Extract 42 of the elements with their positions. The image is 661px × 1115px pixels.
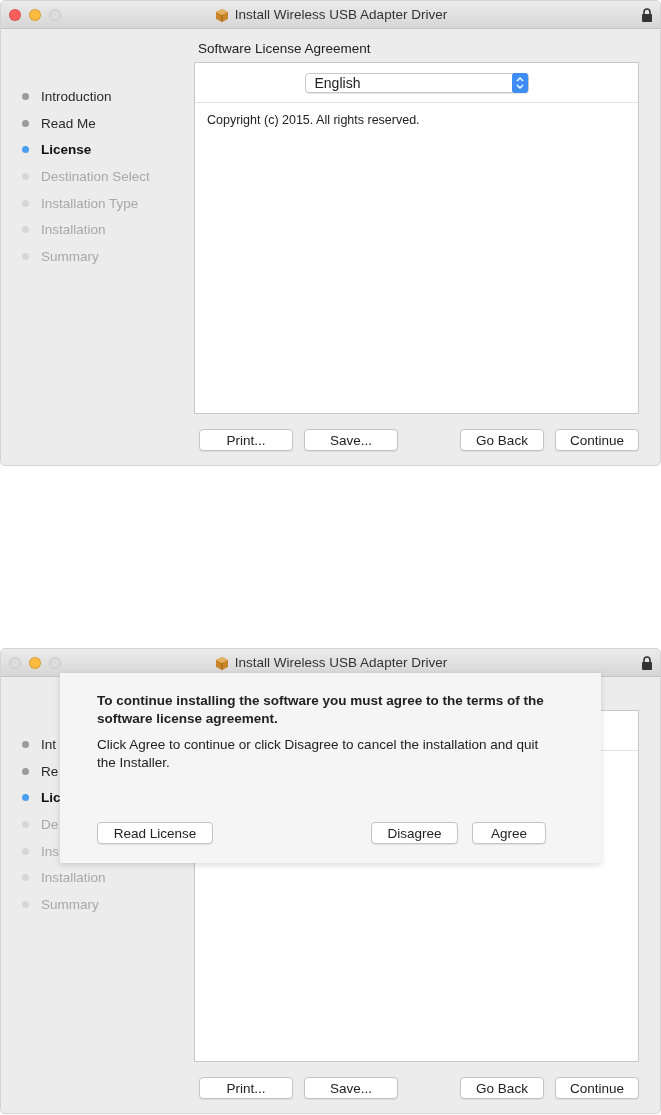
footer-button[interactable]: Save... [304, 1077, 398, 1099]
language-dropdown[interactable]: English [304, 72, 529, 93]
step-label: Re [41, 763, 59, 779]
step-label: Installation [41, 870, 106, 886]
lock-icon [641, 7, 653, 22]
step-label: Installation [41, 222, 106, 238]
step-label: Destination Select [41, 168, 150, 184]
read-license-button[interactable]: Read License [97, 822, 213, 844]
sheet-heading: To continue installing the software you must agree to the terms of the software license agreement. [97, 692, 545, 728]
step-label: Read Me [41, 115, 96, 131]
step-label: De [41, 816, 59, 832]
nav-button[interactable]: Go Back [460, 1077, 544, 1099]
step-label: Int [41, 736, 56, 752]
nav-button[interactable]: Go Back [460, 429, 544, 451]
package-icon [213, 6, 230, 23]
step-label: Lic [41, 790, 61, 806]
minimize-button[interactable] [29, 8, 41, 21]
close-button[interactable] [9, 656, 21, 669]
step-label: Introduction [41, 88, 112, 104]
step-label: License [41, 142, 92, 158]
lock-icon [641, 655, 653, 670]
dropdown-arrows-icon [511, 72, 528, 93]
sheet-message: Click Agree to continue or click Disagree to cancel the installation and quit the Installer. [97, 736, 540, 772]
sheet-button[interactable]: Disagree [371, 822, 458, 844]
zoom-button[interactable] [49, 656, 61, 669]
pane-heading: Software License Agreement [198, 41, 371, 56]
step-label: Ins [41, 843, 59, 859]
package-icon [213, 654, 230, 671]
footer-button[interactable]: Save... [304, 429, 398, 451]
nav-button[interactable]: Continue [555, 429, 639, 451]
zoom-button[interactable] [49, 8, 61, 21]
step-label: Summary [41, 248, 99, 264]
nav-button[interactable]: Continue [555, 1077, 639, 1099]
step-label: Installation Type [41, 195, 139, 211]
footer-button[interactable]: Print... [199, 429, 293, 451]
window-title: Install Wireless USB Adapter Driver [234, 655, 448, 670]
license-text: Copyright (c) 2015. All rights reserved. [207, 113, 420, 127]
minimize-button[interactable] [29, 656, 41, 669]
window-title: Install Wireless USB Adapter Driver [234, 7, 448, 22]
step-label: Summary [41, 896, 99, 912]
sheet-button[interactable]: Agree [472, 822, 546, 844]
footer-button[interactable]: Print... [199, 1077, 293, 1099]
